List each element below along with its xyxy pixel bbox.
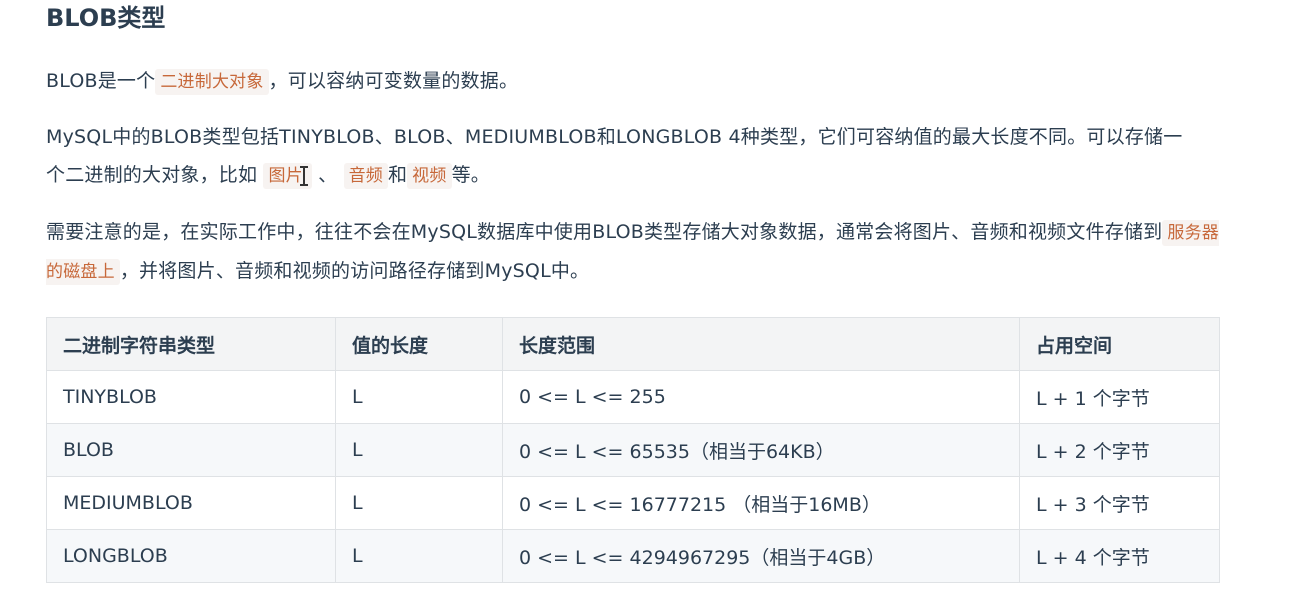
cell-type: BLOB (46, 423, 336, 477)
section-heading: BLOB类型 (46, 4, 166, 32)
types-text: MySQL中的BLOB类型包括TINYBLOB、BLOB、MEDIUMBLOB和… (46, 126, 1183, 186)
inline-code-audio: 音频 (343, 163, 388, 189)
note-text-end: ，并将图片、音频和视频的访问路径存储到MySQL中。 (119, 260, 590, 282)
note-text: 需要注意的是，在实际工作中，往往不会在MySQL数据库中使用BLOB类型存储大对… (46, 221, 1163, 243)
cell-length: L (335, 370, 503, 424)
cell-storage: L + 1 个字节 (1019, 370, 1220, 424)
header-length: 值的长度 (335, 317, 503, 371)
table-row: MEDIUMBLOB L 0 <= L <= 16777215 （相当于16MB… (46, 476, 1220, 530)
header-storage: 占用空间 (1019, 317, 1220, 371)
cell-storage: L + 3 个字节 (1019, 476, 1220, 530)
intro-text-end: ，可以容纳可变数量的数据。 (268, 70, 519, 92)
blob-types-table: 二进制字符串类型 值的长度 长度范围 占用空间 TINYBLOB L 0 <= … (46, 317, 1220, 583)
cell-range: 0 <= L <= 255 (502, 370, 1020, 424)
inline-code-binary-object: 二进制大对象 (155, 69, 269, 95)
cell-length: L (335, 529, 503, 583)
and-text: 和 (387, 164, 408, 186)
inline-code-video: 视频 (407, 163, 452, 189)
cell-length: L (335, 423, 503, 477)
cell-range: 0 <= L <= 65535（相当于64KB） (502, 423, 1020, 477)
cell-range: 0 <= L <= 4294967295（相当于4GB） (502, 529, 1020, 583)
inline-code-image: 图片 (263, 163, 312, 189)
cell-storage: L + 4 个字节 (1019, 529, 1220, 583)
header-type: 二进制字符串类型 (46, 317, 336, 371)
cell-range: 0 <= L <= 16777215 （相当于16MB） (502, 476, 1020, 530)
paragraph-note: 需要注意的是，在实际工作中，往往不会在MySQL数据库中使用BLOB类型存储大对… (46, 213, 1226, 291)
types-end-text: 等。 (451, 164, 490, 186)
separator-text: 、 (318, 164, 338, 186)
inline-code-image-label: 图片 (268, 166, 303, 186)
table-row: TINYBLOB L 0 <= L <= 255 L + 1 个字节 (46, 370, 1220, 424)
header-range: 长度范围 (502, 317, 1020, 371)
intro-text: BLOB是一个 (46, 70, 156, 92)
paragraph-intro: BLOB是一个 二进制大对象 ，可以容纳可变数量的数据。 (46, 62, 518, 101)
table-row: LONGBLOB L 0 <= L <= 4294967295（相当于4GB） … (46, 529, 1220, 583)
cell-length: L (335, 476, 503, 530)
table-header-row: 二进制字符串类型 值的长度 长度范围 占用空间 (46, 317, 1220, 371)
cell-storage: L + 2 个字节 (1019, 423, 1220, 477)
cell-type: MEDIUMBLOB (46, 476, 336, 530)
text-cursor-icon (299, 165, 309, 187)
paragraph-types: MySQL中的BLOB类型包括TINYBLOB、BLOB、MEDIUMBLOB和… (46, 118, 1196, 195)
cell-type: LONGBLOB (46, 529, 336, 583)
cell-type: TINYBLOB (46, 370, 336, 424)
table-row: BLOB L 0 <= L <= 65535（相当于64KB） L + 2 个字… (46, 423, 1220, 477)
